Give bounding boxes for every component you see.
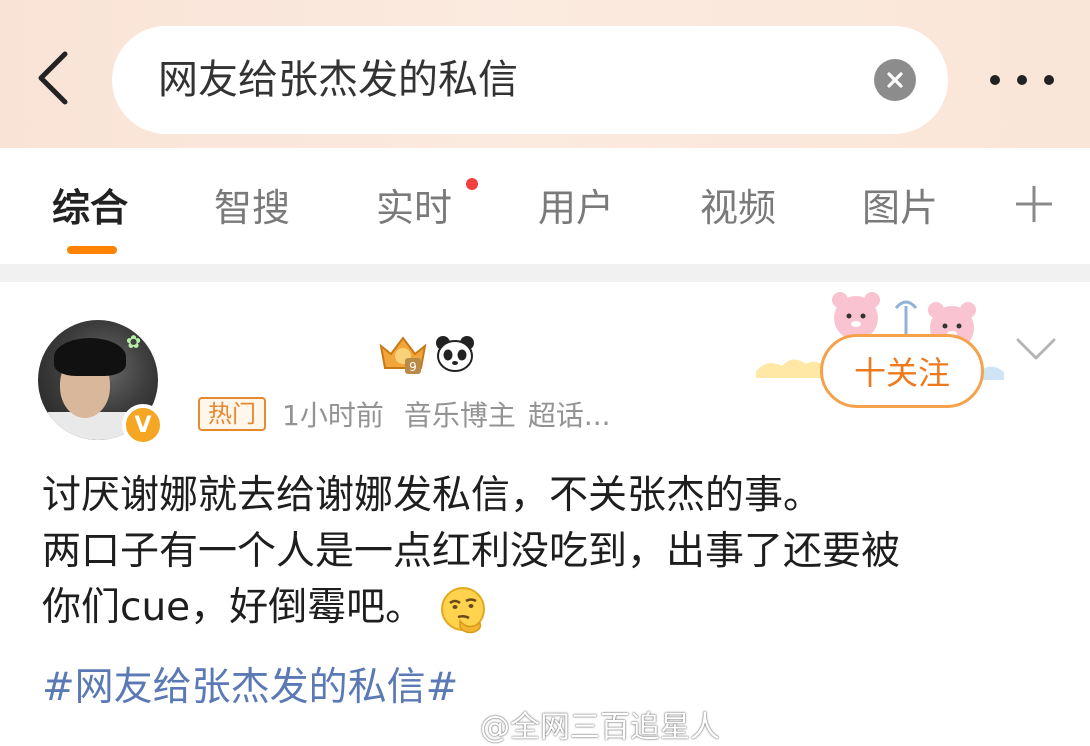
- svg-text:9: 9: [409, 360, 417, 374]
- more-dot-icon: [1017, 75, 1027, 85]
- hot-badge: 热门: [198, 397, 266, 431]
- more-options-button[interactable]: [984, 56, 1060, 104]
- hashtag-link[interactable]: #网友给张杰发的私信#: [42, 660, 458, 716]
- post-time: 1小时前: [282, 399, 384, 432]
- follow-button[interactable]: 十关注: [820, 334, 984, 408]
- add-tab-button[interactable]: [1012, 182, 1056, 226]
- search-header: 网友给张杰发的私信: [0, 0, 1090, 148]
- post-line: 两口子有一个人是一点红利没吃到，出事了还要被: [42, 529, 901, 574]
- chevron-left-icon: [38, 51, 68, 105]
- post-line: 讨厌谢娜就去给谢娜发私信，不关张杰的事。: [42, 473, 823, 518]
- thinking-face-emoji-icon: [441, 586, 486, 633]
- vip-crown-icon: 9: [379, 336, 427, 374]
- post-line: 你们cue，好倒霉吧。: [42, 585, 425, 630]
- verified-badge-icon: V: [122, 404, 164, 446]
- tab-users[interactable]: 用户: [538, 178, 614, 238]
- post-meta: 热门 1小时前 音乐博主 超话...: [198, 394, 611, 434]
- weibo-logo-icon: [447, 714, 474, 736]
- tab-smart-search[interactable]: 智搜: [214, 178, 290, 238]
- post-body: 讨厌谢娜就去给谢娜发私信，不关张杰的事。 两口子有一个人是一点红利没吃到，出事了…: [42, 468, 1052, 636]
- tab-realtime[interactable]: 实时: [376, 178, 452, 238]
- tab-images[interactable]: 图片: [862, 178, 938, 238]
- chevron-down-icon[interactable]: [1014, 332, 1058, 366]
- tab-comprehensive[interactable]: 综合: [52, 178, 128, 238]
- back-button[interactable]: [24, 48, 80, 108]
- watermark: @全网三百追星人: [446, 704, 720, 745]
- user-category: 音乐博主: [403, 399, 516, 432]
- realtime-notification-dot: [466, 178, 478, 190]
- search-input[interactable]: 网友给张杰发的私信: [112, 26, 948, 134]
- section-divider: [0, 264, 1090, 282]
- tab-videos[interactable]: 视频: [700, 178, 776, 238]
- plus-icon: [1016, 186, 1052, 222]
- clear-search-button[interactable]: [874, 59, 916, 101]
- weibo-post: ✿ V 9 热门 1小时前 音乐博主 超话... 十关注 讨厌谢娜就去给谢娜发私…: [0, 282, 1090, 745]
- close-icon: [887, 72, 903, 88]
- active-tab-indicator: [67, 246, 117, 254]
- post-line-with-emoji: 你们cue，好倒霉吧。: [42, 580, 1052, 636]
- search-tabs: 综合 智搜 实时 用户 视频 图片: [0, 148, 1090, 264]
- panda-icon: [436, 336, 474, 372]
- search-query-text: 网友给张杰发的私信: [158, 57, 518, 103]
- more-dot-icon: [1044, 75, 1054, 85]
- super-topic[interactable]: 超话...: [528, 394, 611, 434]
- watermark-text: @全网三百追星人: [480, 710, 720, 745]
- more-dot-icon: [990, 75, 1000, 85]
- clover-icon: ✿: [126, 332, 142, 353]
